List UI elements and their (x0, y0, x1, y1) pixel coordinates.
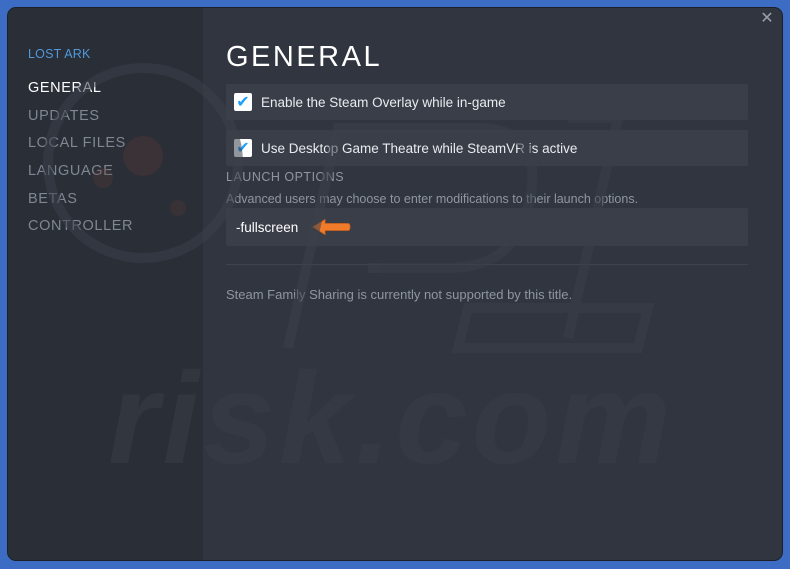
overlay-checkbox[interactable]: ✔ (234, 93, 252, 111)
sidebar: LOST ARK GENERAL UPDATES LOCAL FILES LAN… (8, 8, 203, 560)
sidebar-item-general[interactable]: GENERAL (28, 78, 133, 106)
page-title: GENERAL (226, 41, 383, 73)
theatre-checkbox[interactable]: ✔ (234, 139, 252, 157)
sidebar-item-updates[interactable]: UPDATES (28, 106, 133, 134)
overlay-option-label: Enable the Steam Overlay while in-game (261, 94, 506, 110)
sidebar-item-local-files[interactable]: LOCAL FILES (28, 133, 133, 161)
launch-options-heading: LAUNCH OPTIONS (226, 170, 345, 184)
checkmark-icon: ✔ (236, 140, 250, 157)
divider (226, 264, 748, 265)
theatre-option-label: Use Desktop Game Theatre while SteamVR i… (261, 140, 578, 156)
game-properties-window: LOST ARK GENERAL UPDATES LOCAL FILES LAN… (8, 8, 782, 560)
main-panel: ✕ GENERAL ✔ Enable the Steam Overlay whi… (203, 8, 782, 560)
overlay-option-row[interactable]: ✔ Enable the Steam Overlay while in-game (226, 84, 748, 120)
orange-arrow-left-icon (312, 218, 351, 236)
sidebar-item-betas[interactable]: BETAS (28, 189, 133, 217)
sidebar-nav: GENERAL UPDATES LOCAL FILES LANGUAGE BET… (28, 78, 133, 244)
sidebar-item-controller[interactable]: CONTROLLER (28, 216, 133, 244)
launch-options-input[interactable] (226, 208, 748, 246)
theatre-option-row[interactable]: ✔ Use Desktop Game Theatre while SteamVR… (226, 130, 748, 166)
launch-options-description: Advanced users may choose to enter modif… (226, 192, 639, 206)
family-sharing-text: Steam Family Sharing is currently not su… (226, 287, 573, 302)
checkmark-icon: ✔ (236, 94, 250, 111)
close-icon[interactable]: ✕ (758, 10, 776, 28)
sidebar-item-language[interactable]: LANGUAGE (28, 161, 133, 189)
game-title: LOST ARK (28, 47, 91, 61)
